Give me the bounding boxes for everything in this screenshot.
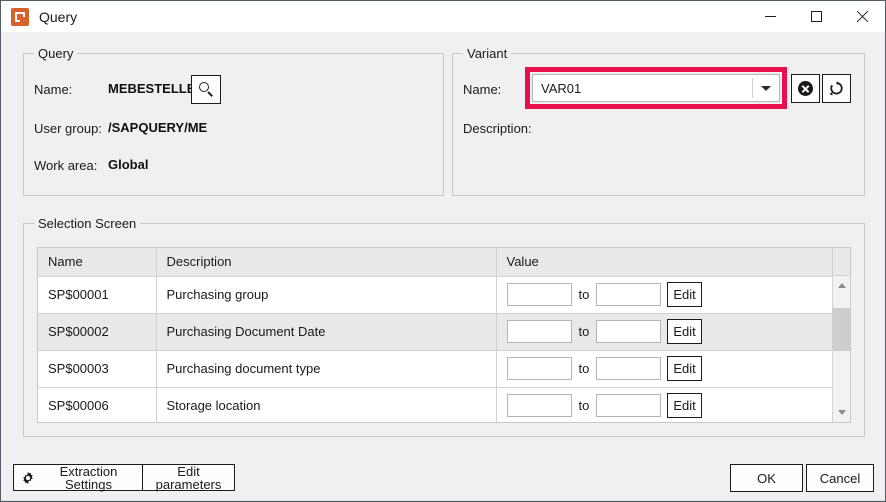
to-value-input[interactable]	[596, 320, 662, 343]
variant-clear-button[interactable]	[791, 74, 820, 103]
query-groupbox-legend: Query	[34, 46, 78, 61]
maximize-button[interactable]	[793, 1, 839, 32]
edit-button[interactable]: Edit	[667, 393, 702, 418]
table-body-area: Name Description Value SP$00001 Purchasi…	[38, 248, 832, 422]
cell-description: Purchasing group	[156, 276, 497, 314]
selection-screen-legend: Selection Screen	[34, 216, 141, 231]
selection-screen-table: Name Description Value SP$00001 Purchasi…	[37, 247, 851, 423]
to-label: to	[578, 398, 590, 413]
minimize-button[interactable]	[747, 1, 793, 32]
variant-description-label: Description:	[463, 121, 532, 136]
close-button[interactable]	[839, 1, 885, 32]
table-vertical-scrollbar[interactable]	[832, 248, 850, 422]
extraction-settings-button[interactable]: Extraction Settings	[13, 464, 144, 491]
cell-name: SP$00002	[38, 313, 157, 351]
to-label: to	[578, 287, 590, 302]
cell-value: to Edit	[496, 313, 833, 351]
value-range-group: to Edit	[506, 319, 833, 344]
to-value-input[interactable]	[596, 357, 662, 380]
table-row[interactable]: SP$00001 Purchasing group to Edit	[38, 276, 833, 314]
table-header: Name Description Value	[38, 248, 832, 277]
window-title: Query	[39, 8, 78, 25]
table-row[interactable]: SP$00002 Purchasing Document Date to Edi…	[38, 313, 833, 351]
cell-description: Purchasing Document Date	[156, 313, 497, 351]
column-header-name[interactable]: Name	[38, 248, 157, 277]
work-area-label: Work area:	[34, 158, 98, 173]
variant-name-dropdown-button[interactable]	[753, 75, 779, 101]
variant-name-highlight: VAR01	[525, 67, 787, 109]
minimize-icon	[764, 16, 776, 17]
to-value-input[interactable]	[596, 394, 662, 417]
refresh-icon	[829, 81, 844, 96]
chevron-down-icon	[837, 410, 846, 415]
chevron-down-icon	[761, 85, 771, 91]
variant-name-combobox[interactable]: VAR01	[532, 74, 780, 102]
footer-divider	[1, 500, 885, 501]
cell-description: Storage location	[156, 387, 497, 422]
from-value-input[interactable]	[506, 357, 572, 380]
cell-name: SP$00006	[38, 387, 157, 422]
variant-name-label: Name:	[463, 82, 502, 97]
edit-button[interactable]: Edit	[667, 319, 702, 344]
variant-name-value: VAR01	[541, 80, 582, 96]
extraction-settings-label: Extraction Settings	[59, 463, 118, 492]
cancel-button[interactable]: Cancel	[806, 464, 874, 492]
table-header-row: Name Description Value	[38, 248, 832, 277]
scrollbar-thumb[interactable]	[833, 308, 850, 351]
scroll-up-button[interactable]	[833, 276, 850, 295]
close-icon	[856, 11, 868, 23]
cancel-circle-icon	[798, 81, 813, 96]
chevron-up-icon	[837, 283, 846, 288]
window-controls	[747, 1, 885, 32]
table-row[interactable]: SP$00003 Purchasing document type to Edi…	[38, 350, 833, 388]
work-area-value: Global	[108, 157, 149, 172]
from-value-input[interactable]	[506, 394, 572, 417]
cell-value: to Edit	[496, 387, 833, 422]
cell-description: Purchasing document type	[156, 350, 497, 388]
from-value-input[interactable]	[506, 320, 572, 343]
edit-button[interactable]: Edit	[667, 282, 702, 307]
variant-groupbox-legend: Variant	[463, 46, 512, 61]
edit-button[interactable]: Edit	[667, 356, 702, 381]
value-range-group: to Edit	[506, 393, 833, 418]
scrollbar-track[interactable]	[833, 295, 850, 403]
query-name-search-button[interactable]	[191, 75, 221, 104]
column-header-value[interactable]: Value	[496, 248, 832, 277]
cell-value: to Edit	[496, 276, 833, 314]
to-label: to	[578, 361, 590, 376]
user-group-value: /SAPQUERY/ME	[108, 120, 208, 135]
query-name-label: Name:	[34, 82, 73, 97]
scrollbar-header-pad	[833, 248, 850, 276]
from-value-input[interactable]	[506, 283, 572, 306]
gear-icon	[21, 471, 35, 485]
variant-refresh-button[interactable]	[822, 74, 851, 103]
query-dialog-window: Query Query Name: MEBESTELLB User group:…	[0, 0, 886, 502]
maximize-icon	[810, 11, 822, 22]
cell-value: to Edit	[496, 350, 833, 388]
table-body: SP$00001 Purchasing group to Edit SP$000…	[38, 276, 833, 422]
cell-name: SP$00003	[38, 350, 157, 388]
title-bar: Query	[1, 1, 885, 32]
query-name-value: MEBESTELLB	[108, 81, 197, 96]
ok-button[interactable]: OK	[730, 464, 803, 492]
column-header-description[interactable]: Description	[156, 248, 497, 277]
value-range-group: to Edit	[506, 282, 833, 307]
to-value-input[interactable]	[596, 283, 662, 306]
user-group-label: User group:	[34, 121, 102, 136]
edit-parameters-button[interactable]: Edit parameters	[142, 464, 235, 491]
to-label: to	[578, 324, 590, 339]
scroll-down-button[interactable]	[833, 403, 850, 422]
value-range-group: to Edit	[506, 356, 833, 381]
magnifier-icon	[198, 82, 214, 97]
cell-name: SP$00001	[38, 276, 157, 314]
app-logo-icon	[11, 7, 29, 26]
selection-grid: Name Description Value SP$00001 Purchasi…	[38, 248, 833, 422]
table-row[interactable]: SP$00006 Storage location to Edit	[38, 387, 833, 422]
